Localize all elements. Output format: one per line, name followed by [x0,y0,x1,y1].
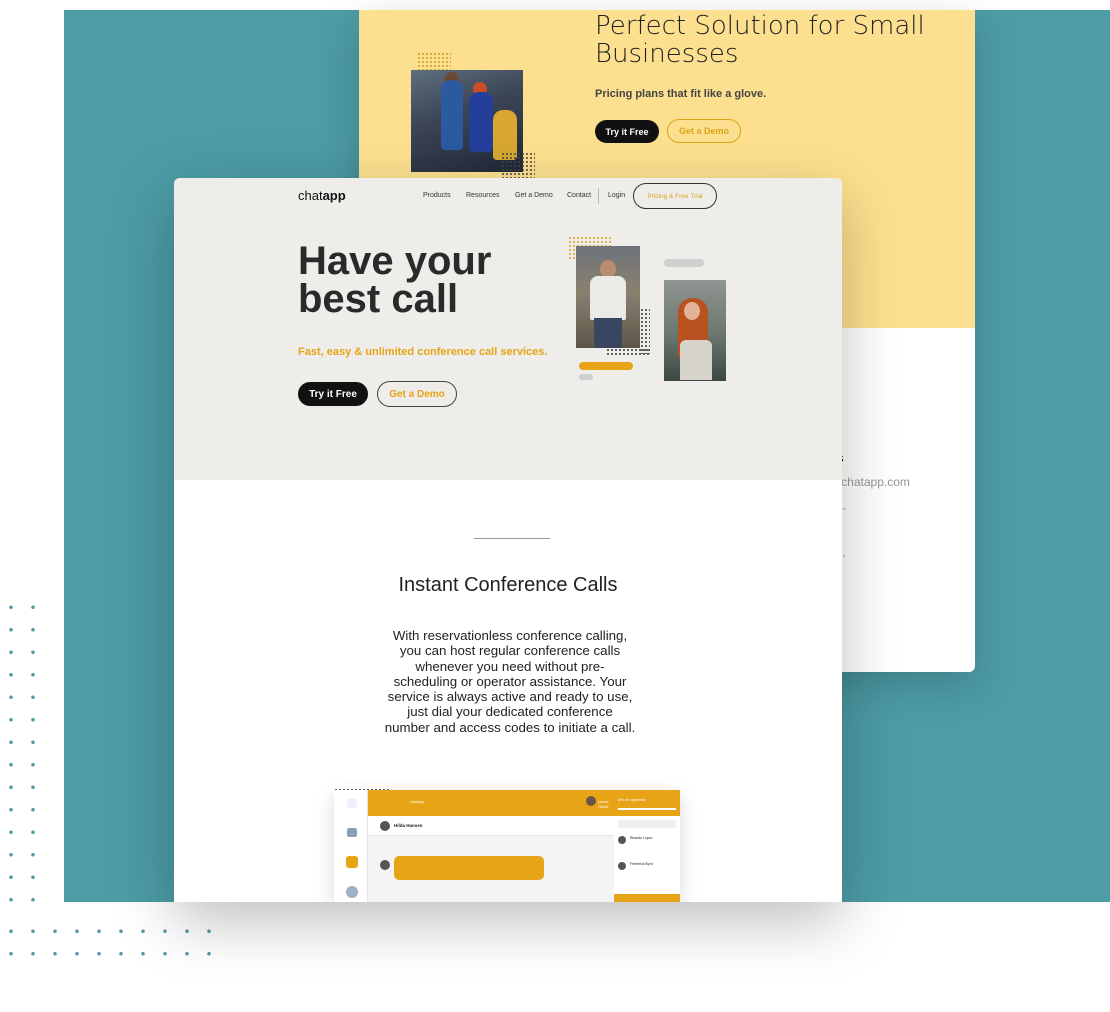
app-top-bar: chatapp Lance Oliver [368,790,614,816]
app-top-label: chatapp [410,799,425,804]
app-settings-icon [346,886,358,898]
app-top-user: Lance Oliver [598,799,609,809]
selected-list-item [614,894,680,902]
app-chat-icon [346,856,358,868]
get-demo-button[interactable]: Get a Demo [377,381,457,407]
chat-bubble-chip-yellow [579,362,633,370]
list-item-name: Frederick Byrd [630,862,653,866]
avatar [380,860,390,870]
back-get-demo-button[interactable]: Get a Demo [667,119,741,143]
app-back-icon [347,798,357,808]
app-preview: chatapp Lance Oliver 8% of expertise Hil… [334,790,680,902]
dot-pattern-hero-bottom [606,348,650,356]
avatar [380,821,390,831]
stage: Perfect Solution for Small Businesses Pr… [0,0,1110,1012]
app-home-icon [347,828,357,837]
nav-login[interactable]: Login [608,192,625,199]
app-contact-list: Ricardo Lopez Frederick Byrd [614,816,680,902]
section-divider [474,538,550,539]
list-item: Frederick Byrd [618,860,676,874]
contact-name: Hilda Hansen [394,823,423,828]
logo-suffix: app [322,188,346,203]
avatar [618,862,626,870]
app-sidebar [334,790,368,902]
chat-bubble-chip-small [579,374,593,380]
chat-bubble-chip [664,259,704,267]
front-page-card: chatapp Products Resources Get a Demo Co… [174,178,842,902]
hero-title: Have your best call [298,239,492,321]
man-photo [576,246,640,348]
list-item: Ricardo Lopez [618,834,676,848]
search-input [618,820,676,828]
hero-subtitle: Fast, easy & unlimited conference call s… [298,346,548,358]
section-title: Instant Conference Calls [398,574,618,596]
nav-products[interactable]: Products [423,192,451,199]
logo[interactable]: chatapp [298,188,346,203]
avatar [586,796,596,806]
app-right-title: 8% of expertise [618,797,646,802]
app-right-header: 8% of expertise [614,790,680,816]
nav-contact[interactable]: Contact [567,192,591,199]
avatar [618,836,626,844]
back-try-free-button[interactable]: Try it Free [595,120,659,143]
back-hero-title: Perfect Solution for Small Businesses [595,11,925,69]
pricing-trial-button[interactable]: Pricing & Free Trial [633,183,717,209]
logo-prefix: chat [298,188,323,203]
nav-divider [598,188,599,204]
dot-pattern-left [0,596,40,916]
woman-photo [664,280,726,381]
front-hero: chatapp Products Resources Get a Demo Co… [174,178,842,480]
app-chat-header: Hilda Hansen [368,816,614,836]
nav-resources[interactable]: Resources [466,192,499,199]
try-free-button[interactable]: Try it Free [298,382,368,406]
section-body: With reservationless conference calling,… [384,628,636,735]
dot-pattern-photo [417,52,451,72]
progress-bar [618,808,676,810]
chat-message [394,856,544,880]
list-item-name: Ricardo Lopez [630,836,653,840]
nav-get-a-demo[interactable]: Get a Demo [515,192,553,199]
dot-pattern-bottom [0,920,215,965]
back-hero-subtitle: Pricing plans that fit like a glove. [595,88,767,100]
dot-pattern-photo-corner [501,152,535,180]
